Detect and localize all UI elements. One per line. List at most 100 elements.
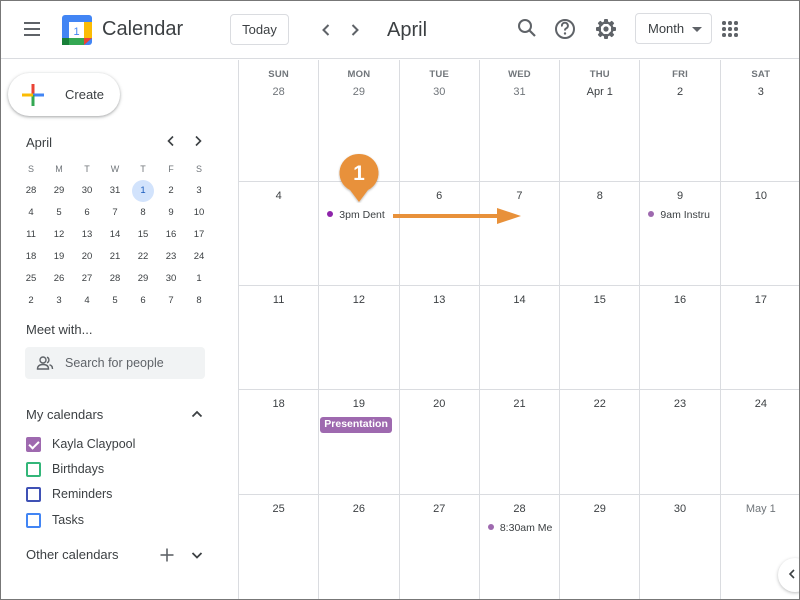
day-number[interactable]: 30 xyxy=(400,86,479,98)
event-chip[interactable]: Presentation xyxy=(320,417,392,433)
expand-icon[interactable] xyxy=(190,548,204,562)
mini-day[interactable]: 2 xyxy=(17,290,45,312)
calendar-item-kayla-claypool[interactable]: Kayla Claypool xyxy=(25,435,215,457)
day-number[interactable]: 28 xyxy=(480,503,559,515)
day-cell[interactable]: 10 xyxy=(721,182,800,285)
day-cell[interactable]: SUN 28 xyxy=(239,60,320,181)
day-number[interactable]: 11 xyxy=(239,294,318,306)
day-cell[interactable]: 21 xyxy=(480,390,561,494)
search-icon[interactable] xyxy=(513,15,541,43)
help-icon[interactable] xyxy=(551,15,579,43)
mini-day[interactable]: 14 xyxy=(101,224,129,246)
mini-day[interactable]: 23 xyxy=(157,246,185,268)
day-number[interactable]: 9 xyxy=(640,190,719,202)
mini-day[interactable]: 20 xyxy=(73,246,101,268)
mini-day[interactable]: 22 xyxy=(129,246,157,268)
day-number[interactable]: 29 xyxy=(560,503,639,515)
mini-next-icon[interactable] xyxy=(190,133,206,149)
day-number[interactable]: 16 xyxy=(640,294,719,306)
day-cell[interactable]: 23 xyxy=(640,390,721,494)
event-item[interactable]: 3pm Dent xyxy=(327,209,393,225)
day-cell[interactable]: 15 xyxy=(560,286,641,389)
checkbox[interactable] xyxy=(26,487,41,502)
day-cell[interactable]: 13 xyxy=(400,286,480,389)
day-cell[interactable]: 22 xyxy=(560,390,641,494)
mini-day[interactable]: 10 xyxy=(185,202,213,224)
next-icon[interactable] xyxy=(343,18,367,42)
day-cell[interactable]: 14 xyxy=(480,286,561,389)
day-number[interactable]: 8 xyxy=(560,190,639,202)
mini-day[interactable]: 2 xyxy=(157,180,185,202)
mini-day[interactable]: 5 xyxy=(101,290,129,312)
mini-day[interactable]: 8 xyxy=(185,290,213,312)
mini-day[interactable]: 8 xyxy=(129,202,157,224)
day-cell[interactable]: WED 31 xyxy=(480,60,561,181)
day-number[interactable]: 2 xyxy=(640,86,719,98)
day-cell[interactable]: 16 xyxy=(640,286,721,389)
day-cell[interactable]: 28 8:30am Me xyxy=(480,495,561,600)
mini-day[interactable]: 30 xyxy=(157,268,185,290)
mini-day[interactable]: 25 xyxy=(17,268,45,290)
day-number[interactable]: 23 xyxy=(640,398,719,410)
mini-day[interactable]: 19 xyxy=(45,246,73,268)
create-button[interactable]: Create xyxy=(8,73,120,116)
day-number[interactable]: 28 xyxy=(239,86,318,98)
today-button[interactable]: Today xyxy=(230,14,289,45)
day-number[interactable]: 3 xyxy=(721,86,800,98)
settings-icon[interactable] xyxy=(592,15,620,43)
day-cell[interactable]: 26 xyxy=(319,495,400,600)
mini-day[interactable]: 21 xyxy=(101,246,129,268)
day-cell[interactable]: 29 xyxy=(560,495,641,600)
mini-prev-icon[interactable] xyxy=(163,133,179,149)
day-cell[interactable]: THU Apr 1 xyxy=(560,60,641,181)
mini-day[interactable]: 7 xyxy=(101,202,129,224)
checkbox[interactable] xyxy=(26,513,41,528)
day-cell[interactable]: TUE 30 xyxy=(400,60,480,181)
day-cell[interactable]: SAT 3 xyxy=(721,60,800,181)
day-cell[interactable]: 24 xyxy=(721,390,800,494)
mini-day[interactable]: 31 xyxy=(101,180,129,202)
mini-day[interactable]: 11 xyxy=(17,224,45,246)
day-cell[interactable]: 8 xyxy=(560,182,641,285)
mini-day[interactable]: 5 xyxy=(45,202,73,224)
collapse-icon[interactable] xyxy=(190,407,204,421)
search-people-input[interactable]: Search for people xyxy=(25,347,205,379)
day-number[interactable]: 31 xyxy=(480,86,559,98)
day-number[interactable]: Apr 1 xyxy=(560,86,639,98)
mini-day[interactable]: 30 xyxy=(73,180,101,202)
day-cell[interactable]: 27 xyxy=(400,495,480,600)
mini-day[interactable]: 16 xyxy=(157,224,185,246)
mini-day[interactable]: 4 xyxy=(17,202,45,224)
day-cell[interactable]: 18 xyxy=(239,390,320,494)
mini-day[interactable]: 3 xyxy=(185,180,213,202)
view-select[interactable]: Month xyxy=(635,13,712,44)
mini-day[interactable]: 7 xyxy=(157,290,185,312)
day-number[interactable]: 14 xyxy=(480,294,559,306)
mini-day[interactable]: 6 xyxy=(129,290,157,312)
mini-day[interactable]: 15 xyxy=(129,224,157,246)
day-cell[interactable]: 6 xyxy=(400,182,480,285)
day-number[interactable]: 17 xyxy=(721,294,800,306)
day-cell[interactable]: 4 xyxy=(239,182,320,285)
day-number[interactable]: 29 xyxy=(319,86,398,98)
event-item[interactable]: 8:30am Me xyxy=(487,522,554,538)
day-cell[interactable]: 19 Presentation xyxy=(319,390,400,494)
day-cell[interactable]: 25 xyxy=(239,495,320,600)
checkbox[interactable] xyxy=(26,437,41,452)
apps-icon[interactable] xyxy=(722,21,738,37)
day-number[interactable]: 18 xyxy=(239,398,318,410)
day-number[interactable]: 27 xyxy=(400,503,479,515)
mini-day[interactable]: 4 xyxy=(73,290,101,312)
day-cell[interactable]: 11 xyxy=(239,286,320,389)
day-cell[interactable]: 9 9am Instru xyxy=(640,182,721,285)
day-number[interactable]: 13 xyxy=(400,294,479,306)
day-number[interactable]: 10 xyxy=(721,190,800,202)
prev-icon[interactable] xyxy=(314,18,338,42)
mini-day[interactable]: 17 xyxy=(185,224,213,246)
mini-day[interactable]: 9 xyxy=(157,202,185,224)
checkbox[interactable] xyxy=(26,462,41,477)
day-number[interactable]: 24 xyxy=(721,398,800,410)
menu-icon[interactable] xyxy=(22,20,44,38)
day-number[interactable]: 15 xyxy=(560,294,639,306)
day-number[interactable]: 12 xyxy=(319,294,398,306)
